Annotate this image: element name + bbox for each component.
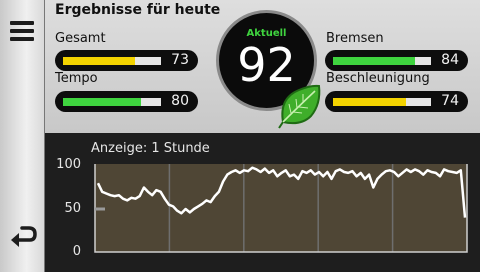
metric-label-beschleunigung: Beschleunigung: [326, 71, 430, 86]
page-title: Ergebnisse für heute: [55, 2, 221, 18]
metric-value-gesamt: 73: [171, 52, 189, 68]
metric-fill-beschleunigung: [333, 98, 406, 106]
metric-value-bremsen: 84: [441, 52, 459, 68]
history-chart: [94, 164, 468, 253]
metric-label-tempo: Tempo: [55, 71, 98, 86]
metric-fill-bremsen: [333, 57, 416, 65]
chart-panel: Anzeige: 1 Stunde 100 50 0: [45, 133, 480, 272]
metric-label-bremsen: Bremsen: [326, 31, 384, 46]
chart-plot-area: [95, 164, 467, 252]
metric-value-tempo: 80: [171, 93, 189, 109]
metric-label-gesamt: Gesamt: [55, 31, 106, 46]
metric-value-beschleunigung: 74: [441, 93, 459, 109]
metric-fill-gesamt: [63, 57, 135, 65]
metric-bar-tempo: 80: [55, 91, 198, 112]
metric-fill-tempo: [63, 98, 142, 106]
back-icon[interactable]: [6, 220, 40, 254]
sidebar: [0, 0, 45, 272]
metric-bar-beschleunigung: 74: [325, 91, 468, 112]
leaf-icon: [277, 82, 323, 130]
metric-bar-bremsen: 84: [325, 50, 468, 71]
results-panel: Ergebnisse für heute Gesamt 73 Tempo 80 …: [45, 0, 480, 133]
metric-bar-gesamt: 73: [55, 50, 198, 71]
menu-icon[interactable]: [6, 18, 38, 46]
